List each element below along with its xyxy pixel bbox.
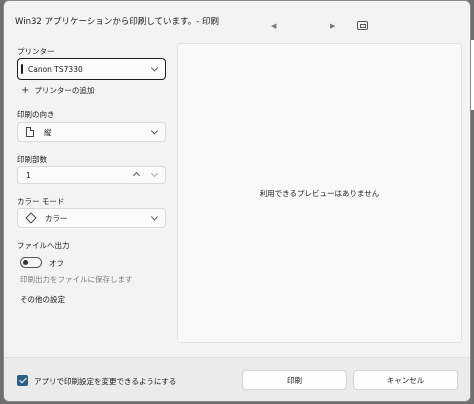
add-printer-label: プリンターの追加 [34, 86, 95, 95]
dialog-title: Win32 アプリケーションから印刷しています。- 印刷 [15, 17, 219, 27]
preview-pane: 利用できるプレビューはありません [177, 43, 462, 343]
copies-label: 印刷部数 [17, 155, 47, 164]
portrait-document-icon [26, 127, 34, 137]
printer-label: プリンター [17, 47, 55, 56]
print-to-file-toggle[interactable] [20, 257, 42, 268]
copies-stepper[interactable]: 1 [17, 166, 166, 184]
chevron-down-icon [150, 127, 159, 135]
print-button[interactable]: 印刷 [242, 370, 347, 390]
orientation-label: 印刷の向き [17, 110, 55, 119]
print-to-file-hint: 印刷出力をファイルに保存します [20, 275, 133, 284]
orientation-value: 縦 [44, 127, 52, 137]
printer-select[interactable]: Canon TS7330 [17, 58, 166, 80]
more-settings-link[interactable]: その他の設定 [20, 294, 65, 305]
color-mode-select[interactable]: カラー [17, 208, 166, 228]
preview-message: 利用できるプレビューはありません [259, 188, 380, 198]
color-mode-label: カラー モード [17, 197, 65, 206]
cancel-button[interactable]: キャンセル [353, 370, 458, 390]
next-page-icon[interactable]: ▶ [330, 22, 335, 30]
previous-page-icon[interactable]: ◀ [271, 22, 276, 30]
chevron-down-icon[interactable] [150, 169, 159, 178]
copies-value: 1 [26, 170, 31, 180]
checkmark-icon[interactable] [17, 375, 28, 386]
print-to-file-label: ファイルへ出力 [17, 241, 70, 250]
fit-page-icon[interactable] [357, 21, 368, 30]
allow-app-settings-label[interactable]: アプリで印刷設定を変更できるようにする [34, 376, 176, 387]
orientation-select[interactable]: 縦 [17, 122, 166, 142]
chevron-down-icon [150, 64, 159, 72]
printer-value: Canon TS7330 [28, 64, 83, 74]
toggle-state-label: オフ [49, 259, 64, 268]
chevron-down-icon [150, 213, 159, 221]
color-icon [26, 214, 35, 223]
add-printer-link[interactable]: + プリンターの追加 [21, 85, 94, 96]
dialog-footer: アプリで印刷設定を変更できるようにする 印刷 キャンセル [4, 357, 470, 401]
chevron-up-icon[interactable] [132, 171, 141, 180]
color-mode-value: カラー [45, 213, 68, 223]
plus-icon: + [21, 85, 30, 96]
print-dialog: Win32 アプリケーションから印刷しています。- 印刷 ◀ ▶ プリンター C… [3, 0, 471, 402]
